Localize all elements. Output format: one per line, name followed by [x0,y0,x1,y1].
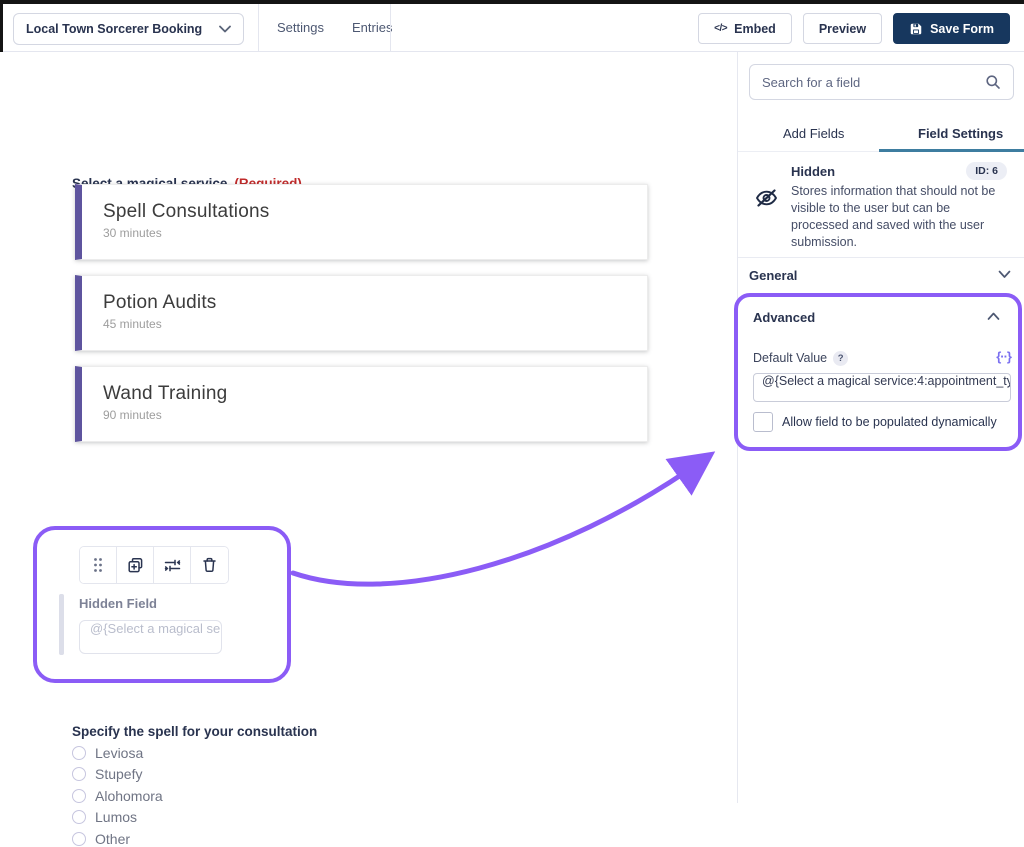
search-icon [985,74,1001,90]
radio-icon[interactable] [72,767,86,781]
window-top-edge [0,0,1024,4]
form-title: Local Town Sorcerer Booking [26,22,203,36]
header-nav: Settings Entries [277,4,392,51]
service-option-card[interactable]: Potion Audits 45 minutes [75,275,648,351]
code-icon: </> [714,23,728,34]
radio-icon[interactable] [72,810,86,824]
window-left-edge [0,0,3,52]
radio-icon[interactable] [72,788,86,803]
field-id-badge: ID: 6 [966,162,1007,180]
service-option-card[interactable]: Wand Training 90 minutes [75,366,648,442]
chevron-up-icon[interactable] [987,312,1000,321]
default-value-input[interactable]: @{Select a magical service:4:appointment… [753,373,1011,402]
radio-option[interactable]: Leviosa [72,745,317,761]
save-icon [909,22,923,36]
form-editor-canvas: Select a magical service(Required) Spell… [0,52,737,847]
field-type-description: Stores information that should not be vi… [791,184,996,249]
save-form-button[interactable]: Save Form [893,13,1010,44]
field-drag-indicator [59,594,64,655]
tab-field-settings[interactable]: Field Settings [918,114,1003,152]
header-actions: </> Embed Preview Save Form [698,13,1010,44]
chevron-down-icon [219,25,231,33]
radio-icon[interactable] [72,831,86,846]
field-type-title: Hidden [791,164,836,179]
duplicate-icon[interactable] [117,547,154,583]
radio-option[interactable]: Stupefy [72,766,317,782]
nav-entries[interactable]: Entries [352,20,392,35]
merge-tag-icon[interactable]: {··} [996,349,1012,364]
field-settings-icon[interactable] [154,547,191,583]
drag-handle-icon[interactable] [80,547,117,583]
default-value-row: Default Value? {··} [753,349,1012,366]
advanced-section-toggle[interactable]: Advanced [753,310,815,325]
top-toolbar: Local Town Sorcerer Booking Settings Ent… [0,4,1024,52]
hidden-field-value-preview[interactable]: @{Select a magical service:4:appointment… [79,620,222,654]
radio-option[interactable]: Other [72,831,317,847]
general-section-toggle[interactable]: General [738,258,1024,294]
hidden-eye-slash-icon [754,187,779,209]
header-divider [390,4,391,51]
service-option-card[interactable]: Spell Consultations 30 minutes [75,184,648,260]
advanced-section-highlight: Advanced Default Value? {··} @{Select a … [734,293,1022,451]
spell-radio-field: Specify the spell for your consultation … [72,724,317,847]
embed-button[interactable]: </> Embed [698,13,792,44]
chevron-down-icon [998,270,1011,279]
dynamic-population-row: Allow field to be populated dynamically [753,412,997,432]
nav-settings[interactable]: Settings [277,20,324,35]
preview-button[interactable]: Preview [802,13,883,44]
search-placeholder: Search for a field [762,74,861,90]
form-switcher-dropdown[interactable]: Local Town Sorcerer Booking [13,13,244,45]
radio-option[interactable]: Alohomora [72,788,317,804]
tab-add-fields[interactable]: Add Fields [783,114,844,152]
hidden-field-block-highlight[interactable]: Hidden Field @{Select a magical service:… [33,526,291,683]
allow-dynamic-checkbox[interactable] [753,412,773,432]
editor-sidebar: Search for a field Add Fields Field Sett… [734,52,1024,803]
hidden-field-label: Hidden Field [79,596,157,611]
radio-field-label: Specify the spell for your consultation [72,724,318,739]
field-toolbar [79,546,229,584]
header-divider [258,4,259,51]
help-tooltip-icon[interactable]: ? [833,351,849,366]
active-tab-indicator [879,149,1024,152]
radio-option[interactable]: Lumos [72,809,317,825]
delete-icon[interactable] [191,547,228,583]
field-search-input[interactable]: Search for a field [749,64,1014,100]
sidebar-tabs: Add Fields Field Settings [738,114,1024,152]
radio-icon[interactable] [72,745,86,760]
